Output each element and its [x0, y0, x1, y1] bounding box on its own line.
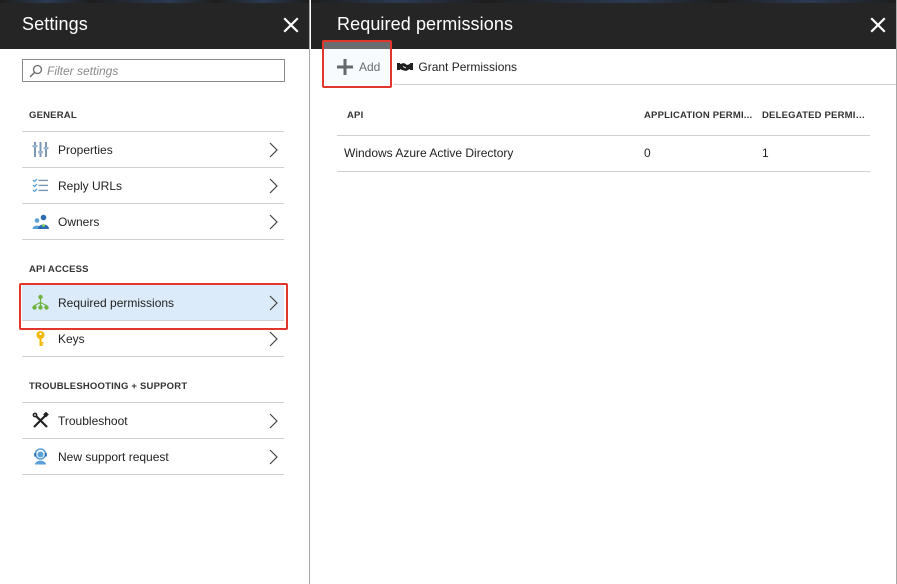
permissions-table: API APPLICATION PERMI... DELEGATED PERMI…	[337, 97, 870, 172]
chevron-right-icon	[269, 214, 278, 230]
permissions-toolbar: Add Grant Permissions	[311, 48, 896, 85]
column-header-delegated-permissions[interactable]: DELEGATED PERMIS...	[762, 97, 870, 136]
menu-item-label: Troubleshoot	[58, 413, 128, 428]
add-button[interactable]: Add	[311, 48, 395, 85]
cell-application-permissions: 0	[644, 135, 762, 172]
cell-api-name: Windows Azure Active Directory	[337, 135, 644, 172]
key-icon	[32, 330, 49, 347]
menu-item-label: Reply URLs	[58, 178, 123, 193]
menu-item-new-support-request[interactable]: New support request	[22, 439, 284, 475]
menu-item-required-permissions[interactable]: Required permissions	[22, 285, 284, 321]
plus-icon	[337, 58, 353, 75]
cell-delegated-permissions: 1	[762, 135, 870, 172]
menu-item-owners[interactable]: Owners	[22, 204, 284, 240]
grant-permissions-label: Grant Permissions	[418, 59, 518, 74]
section-label-troubleshooting-support: TROUBLESHOOTING + SUPPORT	[29, 381, 188, 392]
wrench-tools-icon	[32, 412, 49, 429]
menu-item-troubleshoot[interactable]: Troubleshoot	[22, 403, 284, 439]
chevron-right-icon	[269, 178, 278, 194]
grant-permissions-button[interactable]: Grant Permissions	[394, 49, 517, 85]
settings-blade-title: Settings	[22, 14, 88, 34]
breadcrumb-strip	[0, 0, 309, 3]
handshake-icon	[397, 63, 414, 71]
breadcrumb-strip	[311, 0, 896, 3]
menu-item-reply-urls[interactable]: Reply URLs	[22, 168, 284, 204]
required-permissions-close-button[interactable]	[870, 16, 886, 33]
close-icon[interactable]	[870, 16, 886, 33]
add-button-label: Add	[359, 59, 381, 74]
menu-item-properties[interactable]: Properties	[22, 132, 284, 168]
menu-item-label: Owners	[58, 214, 100, 229]
permissions-network-icon	[32, 294, 49, 311]
troubleshooting-menu-list: Troubleshoot New support request	[22, 402, 284, 475]
menu-item-keys[interactable]: Keys	[22, 321, 284, 357]
chevron-right-icon	[269, 295, 278, 311]
menu-item-label: Properties	[58, 142, 113, 157]
required-permissions-blade: Required permissions Add Grant Permissio…	[311, 0, 897, 584]
settings-close-button[interactable]	[283, 16, 299, 33]
settings-blade: Settings GENERAL	[0, 0, 310, 584]
required-permissions-title: Required permissions	[337, 14, 514, 34]
table-header-row: API APPLICATION PERMI... DELEGATED PERMI…	[337, 97, 870, 136]
column-header-api[interactable]: API	[337, 97, 644, 136]
menu-item-label: Keys	[58, 331, 85, 346]
chevron-right-icon	[269, 413, 278, 429]
column-header-application-permissions[interactable]: APPLICATION PERMI...	[644, 97, 762, 136]
api-access-menu-list: Required permissions Keys	[22, 284, 284, 357]
chevron-right-icon	[269, 449, 278, 465]
chevron-right-icon	[269, 142, 278, 158]
section-label-api-access: API ACCESS	[29, 264, 89, 275]
section-label-general: GENERAL	[29, 110, 77, 121]
properties-sliders-icon	[32, 141, 49, 158]
filter-settings-box[interactable]	[22, 59, 285, 82]
close-icon[interactable]	[283, 16, 299, 33]
filter-settings-input[interactable]	[47, 63, 284, 78]
chevron-right-icon	[269, 331, 278, 347]
general-menu-list: Properties Reply URLs Owners	[22, 131, 284, 240]
menu-item-label: New support request	[58, 449, 169, 464]
required-permissions-blade-header: Required permissions	[311, 0, 896, 49]
settings-blade-header: Settings	[0, 0, 309, 49]
support-person-icon	[32, 448, 49, 465]
search-icon	[29, 64, 43, 77]
owners-people-icon	[32, 213, 49, 230]
table-row[interactable]: Windows Azure Active Directory 0 1	[337, 135, 870, 172]
reply-urls-list-icon	[32, 177, 49, 194]
menu-item-label: Required permissions	[58, 295, 175, 310]
